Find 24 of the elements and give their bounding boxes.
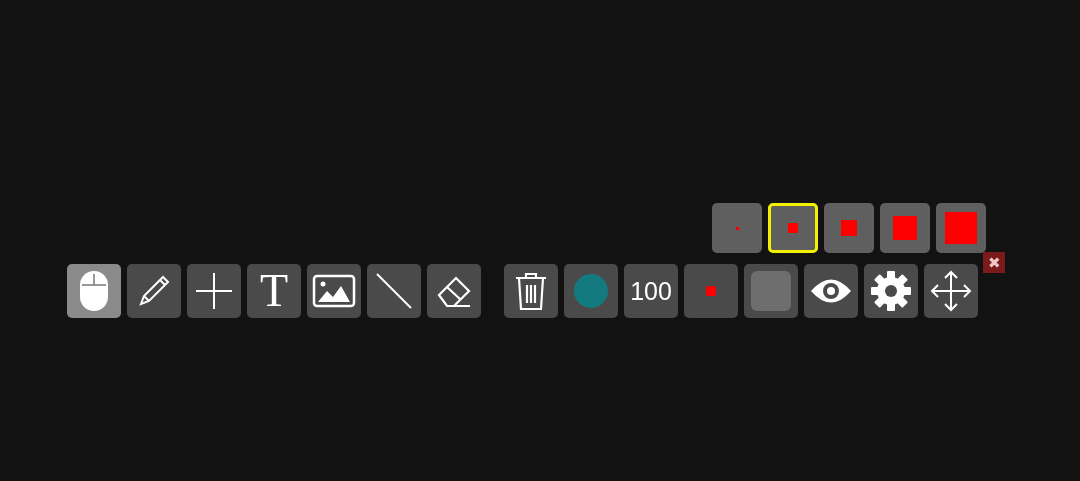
trash-icon [514, 271, 548, 311]
settings-icon [870, 270, 912, 312]
move-button[interactable] [924, 264, 978, 318]
diagonal-line-icon [374, 271, 414, 311]
crosshair-tool-button[interactable] [187, 264, 241, 318]
delete-button[interactable] [504, 264, 558, 318]
image-tool-button[interactable] [307, 264, 361, 318]
settings-button[interactable] [864, 264, 918, 318]
opacity-value: 100 [630, 276, 672, 306]
pencil-tool-button[interactable] [127, 264, 181, 318]
text-tool-button[interactable]: T [247, 264, 301, 318]
pointer-tool-button[interactable] [67, 264, 121, 318]
opacity-button[interactable]: 100 [624, 264, 678, 318]
fill-swatch [751, 271, 791, 311]
image-icon [312, 274, 356, 308]
plus-icon [194, 271, 234, 311]
close-button[interactable]: ✖ [983, 252, 1005, 273]
text-tool-label: T [259, 268, 289, 314]
move-arrows-icon [930, 270, 972, 312]
color-button[interactable] [564, 264, 618, 318]
line-tool-button[interactable] [367, 264, 421, 318]
mouse-icon [79, 270, 109, 312]
eraser-tool-button[interactable] [427, 264, 481, 318]
visibility-button[interactable] [804, 264, 858, 318]
